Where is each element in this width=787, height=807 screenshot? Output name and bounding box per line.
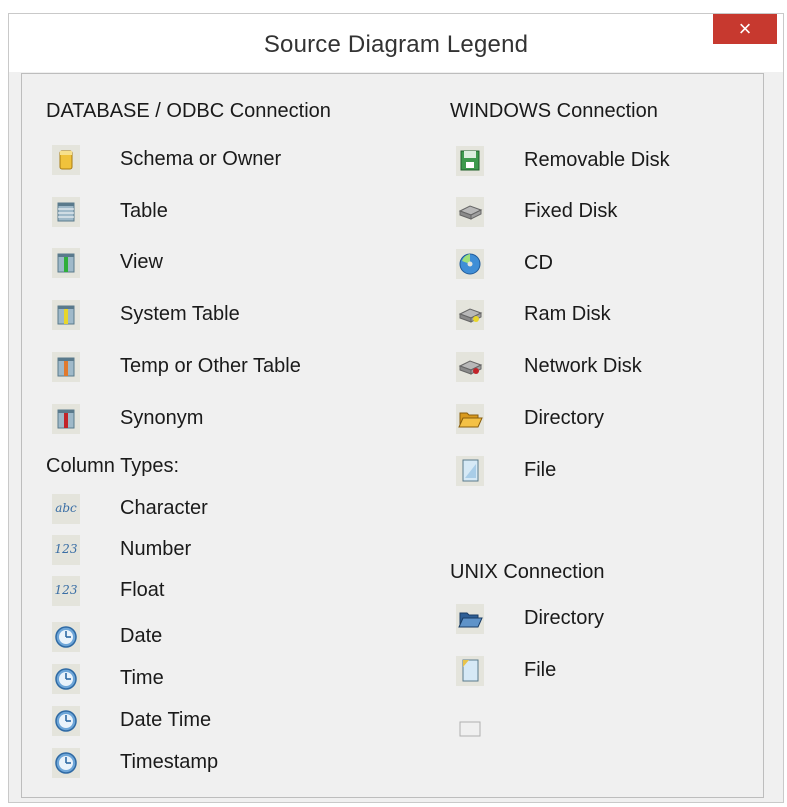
synonym-icon (52, 404, 80, 434)
network-disk-icon (456, 352, 484, 382)
blank-icon (456, 714, 484, 744)
legend-item-label: View (120, 251, 163, 273)
legend-item-label: Time (120, 667, 164, 689)
close-button[interactable]: × (713, 14, 777, 44)
view-icon (52, 248, 80, 278)
legend-item-label: Timestamp (120, 751, 219, 773)
fixed-disk-icon (456, 197, 484, 227)
system-table-icon (52, 300, 80, 330)
ram-disk-icon (456, 300, 484, 330)
clock-icon (52, 748, 80, 778)
file-icon (456, 656, 484, 686)
clock-icon (52, 706, 80, 736)
column-types-heading: Column Types: (46, 455, 180, 477)
legend-item-label: Temp or Other Table (120, 355, 301, 377)
number-icon: 123 (52, 535, 80, 565)
table-icon (52, 197, 80, 227)
legend-item-label: Number (120, 538, 192, 560)
title-bar[interactable]: Source Diagram Legend × (9, 14, 783, 72)
clock-icon (52, 622, 80, 652)
legend-window: Source Diagram Legend × DATABASE / ODBC … (8, 13, 784, 803)
legend-item-label: CD (524, 252, 553, 274)
character-icon: abc (52, 494, 80, 524)
legend-item-label: Character (120, 497, 208, 519)
legend-item-label: Fixed Disk (524, 200, 618, 222)
schema-icon (52, 145, 80, 175)
legend-item-label: File (524, 459, 557, 481)
legend-item-label: Synonym (120, 407, 204, 429)
legend-item-label: System Table (120, 303, 240, 325)
windows-heading: WINDOWS Connection (450, 100, 658, 122)
legend-item-label: Schema or Owner (120, 148, 282, 170)
legend-item-label: Ram Disk (524, 303, 611, 325)
legend-item-label: Network Disk (524, 355, 642, 377)
legend-item-label: Directory (524, 407, 605, 429)
legend-item-label: File (524, 659, 557, 681)
removable-disk-icon (456, 146, 484, 176)
database-odbc-heading: DATABASE / ODBC Connection (46, 100, 331, 122)
folder-open-icon (456, 604, 484, 634)
legend-item-label: Date Time (120, 709, 212, 731)
temp-table-icon (52, 352, 80, 382)
legend-item-label: Directory (524, 607, 605, 629)
float-icon: 123 (52, 576, 80, 606)
legend-content: DATABASE / ODBC Connection Schema or Own… (21, 73, 764, 798)
clock-icon (52, 664, 80, 694)
legend-item-label: Removable Disk (524, 149, 670, 171)
file-icon (456, 456, 484, 486)
window-title: Source Diagram Legend (263, 31, 529, 58)
folder-icon (456, 404, 484, 434)
unix-heading: UNIX Connection (450, 561, 605, 583)
legend-item-label: Date (120, 625, 163, 647)
cd-icon (456, 249, 484, 279)
legend-item-label: Table (120, 200, 168, 222)
legend-item-label: Float (120, 579, 165, 601)
